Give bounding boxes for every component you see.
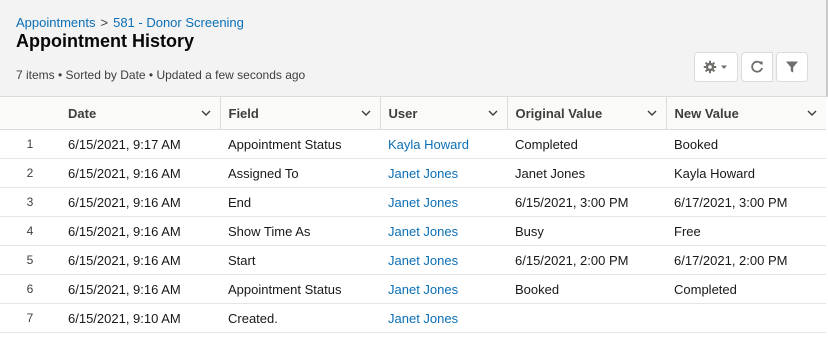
- new-value-cell: 6/17/2021, 2:00 PM: [666, 245, 826, 275]
- new-value-cell: 6/17/2021, 3:00 PM: [666, 187, 826, 217]
- column-header-user[interactable]: User: [379, 97, 507, 130]
- row-number: 6: [0, 274, 60, 304]
- column-header-original-value[interactable]: Original Value: [506, 97, 666, 130]
- field-cell: Assigned To: [220, 158, 380, 188]
- original-value-cell: [507, 303, 666, 333]
- chevron-down-icon[interactable]: [360, 107, 372, 119]
- field-cell: Appointment Status: [220, 274, 380, 304]
- original-value-cell: Completed: [507, 129, 666, 159]
- chevron-down-icon[interactable]: [487, 107, 499, 119]
- date-cell: 6/15/2021, 9:17 AM: [60, 129, 220, 159]
- original-value-cell: Janet Jones: [507, 158, 666, 188]
- chevron-down-icon[interactable]: [646, 107, 658, 119]
- date-cell: 6/15/2021, 9:16 AM: [60, 245, 220, 275]
- new-value-cell: Booked: [666, 129, 826, 159]
- user-link[interactable]: Janet Jones: [380, 303, 507, 333]
- refresh-button[interactable]: [741, 52, 773, 82]
- chevron-down-icon[interactable]: [806, 107, 818, 119]
- breadcrumb-record-link[interactable]: 581 - Donor Screening: [113, 15, 244, 30]
- new-value-cell: [666, 303, 826, 333]
- column-label: User: [388, 105, 418, 121]
- table-row: 7 6/15/2021, 9:10 AM Created. Janet Jone…: [0, 303, 826, 333]
- breadcrumb-appointments-link[interactable]: Appointments: [16, 15, 96, 30]
- field-cell: Appointment Status: [220, 129, 380, 159]
- table-row: 2 6/15/2021, 9:16 AM Assigned To Janet J…: [0, 158, 826, 188]
- list-settings-button[interactable]: [694, 52, 738, 82]
- chevron-down-icon[interactable]: [200, 107, 212, 119]
- original-value-cell: Booked: [507, 274, 666, 304]
- filter-button[interactable]: [776, 52, 808, 82]
- new-value-cell: Free: [666, 216, 826, 246]
- page-title: Appointment History: [16, 31, 194, 51]
- table-header-row: Date Field User Original Value New Value: [0, 97, 826, 130]
- table-row: 1 6/15/2021, 9:17 AM Appointment Status …: [0, 129, 826, 159]
- breadcrumb: Appointments >581 - Donor Screening: [16, 15, 244, 30]
- date-cell: 6/15/2021, 9:10 AM: [60, 303, 220, 333]
- column-label: Date: [68, 105, 97, 121]
- table-row: 4 6/15/2021, 9:16 AM Show Time As Janet …: [0, 216, 826, 246]
- user-link[interactable]: Janet Jones: [380, 187, 507, 217]
- column-label: New Value: [674, 105, 739, 121]
- user-link[interactable]: Janet Jones: [380, 216, 507, 246]
- table-row: 3 6/15/2021, 9:16 AM End Janet Jones 6/1…: [0, 187, 826, 217]
- column-header-date[interactable]: Date: [60, 97, 220, 130]
- row-number: 2: [0, 158, 60, 188]
- date-cell: 6/15/2021, 9:16 AM: [60, 216, 220, 246]
- user-link[interactable]: Janet Jones: [380, 158, 507, 188]
- field-cell: Created.: [220, 303, 380, 333]
- history-table: Date Field User Original Value New Value…: [0, 97, 826, 333]
- field-cell: Show Time As: [220, 216, 380, 246]
- list-header: Appointments >581 - Donor Screening Appoi…: [0, 0, 828, 97]
- table-row: 6 6/15/2021, 9:16 AM Appointment Status …: [0, 274, 826, 304]
- list-info-text: 7 items • Sorted by Date • Updated a few…: [16, 68, 306, 82]
- user-link[interactable]: Kayla Howard: [380, 129, 507, 159]
- row-number-header: [0, 97, 60, 130]
- breadcrumb-separator: >: [100, 15, 109, 30]
- column-header-new-value[interactable]: New Value: [665, 97, 826, 130]
- row-number: 5: [0, 245, 60, 275]
- original-value-cell: Busy: [507, 216, 666, 246]
- user-link[interactable]: Janet Jones: [380, 245, 507, 275]
- row-number: 4: [0, 216, 60, 246]
- original-value-cell: 6/15/2021, 3:00 PM: [507, 187, 666, 217]
- column-header-field[interactable]: Field: [219, 97, 380, 130]
- date-cell: 6/15/2021, 9:16 AM: [60, 158, 220, 188]
- field-cell: Start: [220, 245, 380, 275]
- gear-icon: [703, 60, 727, 74]
- new-value-cell: Completed: [666, 274, 826, 304]
- row-number: 3: [0, 187, 60, 217]
- user-link[interactable]: Janet Jones: [380, 274, 507, 304]
- row-number: 1: [0, 129, 60, 159]
- new-value-cell: Kayla Howard: [666, 158, 826, 188]
- date-cell: 6/15/2021, 9:16 AM: [60, 187, 220, 217]
- column-label: Field: [228, 105, 259, 121]
- refresh-icon: [751, 60, 763, 73]
- field-cell: End: [220, 187, 380, 217]
- date-cell: 6/15/2021, 9:16 AM: [60, 274, 220, 304]
- row-number: 7: [0, 303, 60, 333]
- filter-icon: [786, 61, 798, 73]
- column-label: Original Value: [515, 105, 603, 121]
- original-value-cell: 6/15/2021, 2:00 PM: [507, 245, 666, 275]
- table-row: 5 6/15/2021, 9:16 AM Start Janet Jones 6…: [0, 245, 826, 275]
